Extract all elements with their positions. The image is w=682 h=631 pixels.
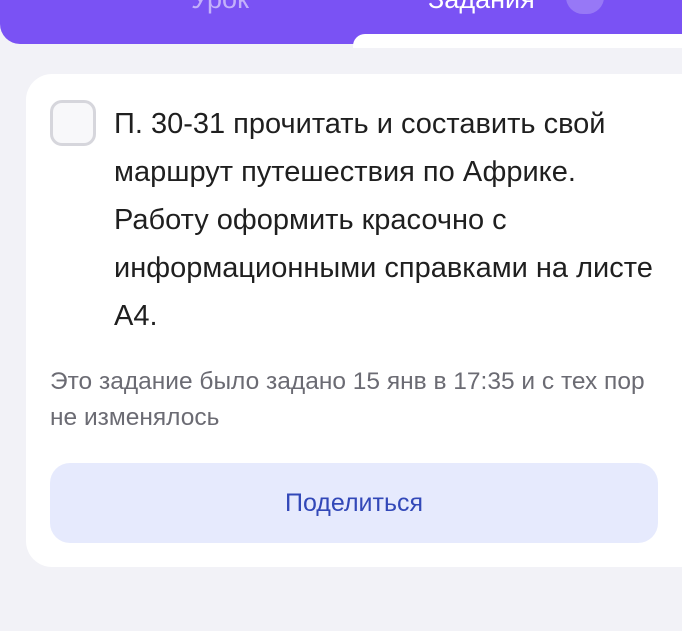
task-card: П. 30-31 прочитать и составить свой марш…	[26, 74, 682, 567]
active-tab-indicator	[353, 34, 682, 48]
task-description: П. 30-31 прочитать и составить свой марш…	[114, 108, 653, 332]
tab-lesson[interactable]: Урок	[150, 0, 290, 14]
tab-tasks[interactable]: Задания	[428, 0, 535, 14]
task-meta-info: Это задание было задано 15 янв в 17:35 и…	[50, 368, 645, 431]
task-checkbox[interactable]	[50, 100, 96, 146]
tasks-count-badge	[566, 0, 604, 14]
share-button[interactable]: Поделиться	[50, 463, 658, 543]
